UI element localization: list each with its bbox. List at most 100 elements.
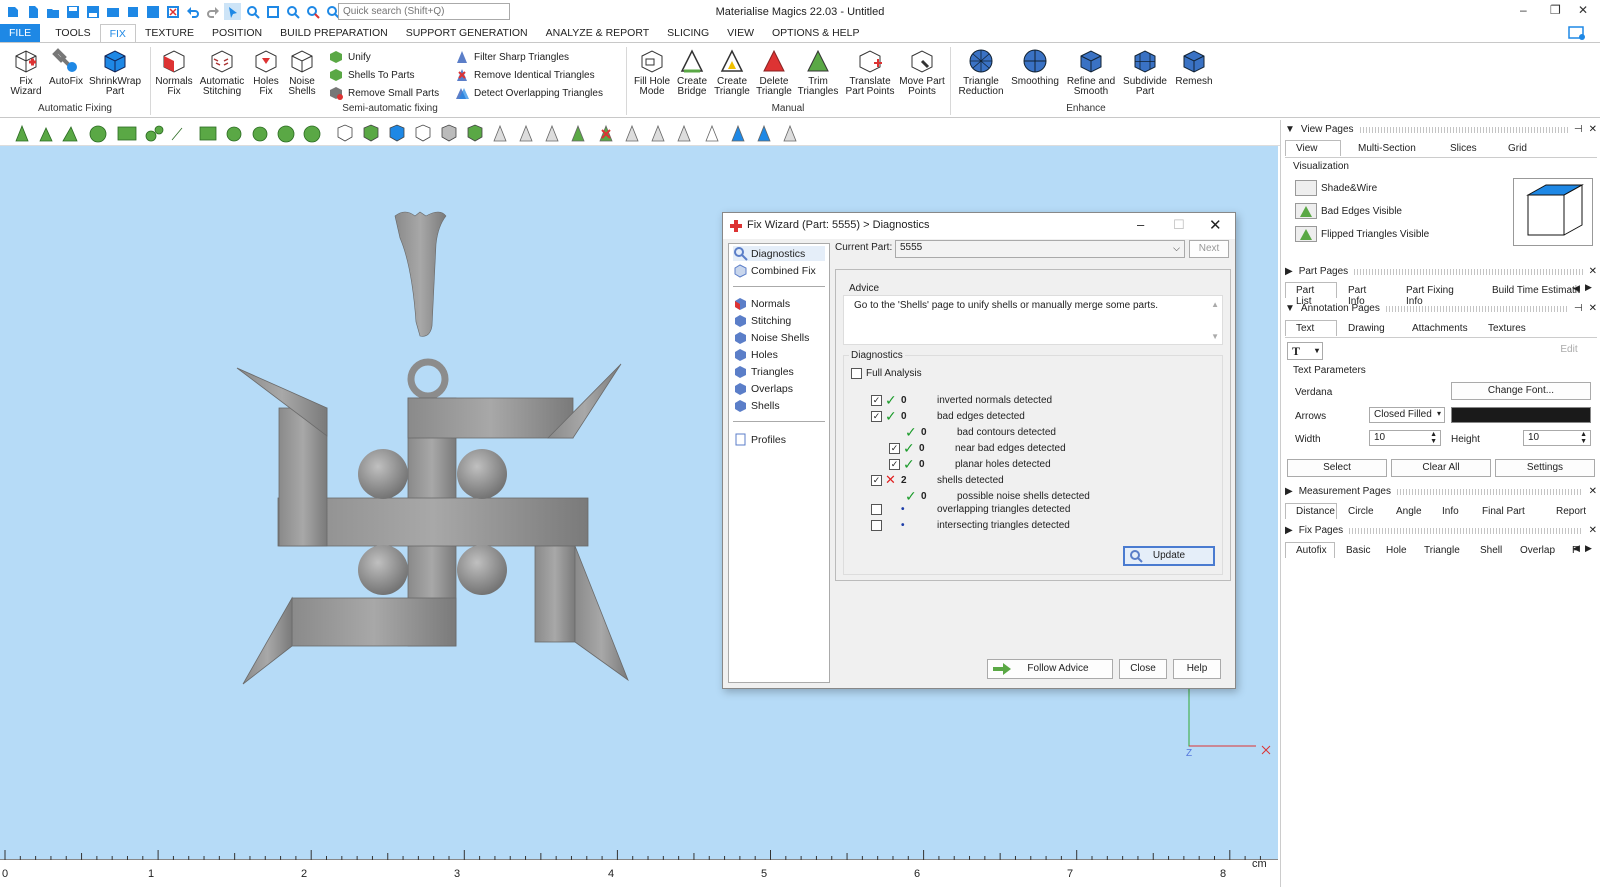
tab-textures[interactable]: Textures [1477,320,1537,336]
checkbox[interactable]: ✓ [871,411,882,422]
fix-pages-header[interactable]: ▶ Fix Pages ✕ [1285,525,1597,536]
tab-view-page[interactable]: View [1285,140,1341,156]
smoothing-button[interactable]: Smoothing [1008,47,1062,87]
tab-file[interactable]: FILE [0,24,41,43]
detect-overlapping-triangles-button[interactable]: Detect Overlapping Triangles [454,85,603,101]
tab-view[interactable]: VIEW [718,24,763,43]
view-cube[interactable] [1513,178,1593,246]
tab-analyze-report[interactable]: ANALYZE & REPORT [537,24,658,43]
scroll-left-icon[interactable]: ◀ [1573,283,1580,294]
part-pages-header[interactable]: ▶ Part Pages ✕ [1285,266,1597,277]
fix-wizard-button[interactable]: Fix Wizard [6,47,46,97]
update-button[interactable]: Update [1123,546,1215,566]
refine-and-smooth-button[interactable]: Refine and Smooth [1064,47,1118,97]
flipped-triangles-option[interactable]: Flipped Triangles Visible [1295,226,1429,242]
tab-drawing[interactable]: Drawing [1337,320,1401,336]
nav-holes[interactable]: Holes [733,347,778,362]
scroll-up-icon[interactable]: ▲ [1211,300,1219,309]
subdivide-part-button[interactable]: Subdivide Part [1120,47,1170,97]
tab-report[interactable]: Report [1545,503,1595,519]
tab-hole[interactable]: Hole [1375,542,1413,558]
triangle-reduction-button[interactable]: Triangle Reduction [956,47,1006,97]
tab-tools[interactable]: TOOLS [46,24,99,43]
tab-shell[interactable]: Shell [1469,542,1509,558]
scroll-left-icon[interactable]: ◀ [1573,543,1580,554]
scroll-right-icon[interactable]: ▶ [1585,543,1592,554]
current-part-select[interactable]: 5555 ⌵ [895,240,1185,258]
tab-basic[interactable]: Basic [1335,542,1375,558]
automatic-stitching-button[interactable]: Automatic Stitching [198,47,246,97]
close-icon[interactable]: ✕ [1589,486,1597,497]
tab-autofix[interactable]: Autofix [1285,542,1335,558]
dialog-maximize-button[interactable]: ☐ [1173,217,1185,233]
shrinkwrap-part-button[interactable]: ShrinkWrap Part [86,47,144,97]
dialog-close-button[interactable]: ✕ [1209,216,1222,234]
pin-icon[interactable]: ⊣ [1574,303,1583,314]
nav-triangles[interactable]: Triangles [733,364,794,379]
height-input[interactable]: 10 ▲ ▼ [1523,430,1591,446]
remove-identical-triangles-button[interactable]: Remove Identical Triangles [454,67,595,83]
tab-text[interactable]: Text [1285,320,1337,336]
measurement-pages-header[interactable]: ▶ Measurement Pages ✕ [1285,486,1597,497]
move-part-points-button[interactable]: Move Part Points [898,47,946,97]
pin-icon[interactable]: ⊣ [1574,124,1583,135]
tab-position[interactable]: POSITION [203,24,271,43]
full-analysis-checkbox[interactable]: Full Analysis [851,368,922,379]
nav-shells[interactable]: Shells [733,398,780,413]
nav-profiles[interactable]: Profiles [733,432,786,447]
next-button[interactable]: Next [1189,240,1229,258]
view-pages-header[interactable]: ▼ View Pages ⊣ ✕ [1285,124,1597,135]
text-tool-dropdown[interactable]: T ▾ [1287,342,1323,360]
tab-angle[interactable]: Angle [1385,503,1431,519]
minimize-button[interactable]: – [1520,3,1527,17]
checkbox[interactable]: ✓ [871,395,882,406]
spin-icon[interactable]: ▲ ▼ [1580,431,1587,445]
checkbox[interactable] [871,520,882,531]
settings-button[interactable]: Settings [1495,459,1595,477]
tab-fix[interactable]: FIX [99,24,136,43]
tab-part-list[interactable]: Part List [1285,282,1337,307]
selection-tools-icons[interactable] [0,120,820,146]
delete-triangle-button[interactable]: Delete Triangle [754,47,794,97]
autofix-button[interactable]: AutoFix [46,47,86,87]
tab-texture[interactable]: TEXTURE [136,24,203,43]
bad-edges-icon[interactable] [1295,203,1317,219]
shells-to-parts-button[interactable]: Shells To Parts [328,67,415,83]
arrows-select[interactable]: Closed Filled ▾ [1369,407,1445,423]
select-button[interactable]: Select [1287,459,1387,477]
close-icon[interactable]: ✕ [1589,525,1597,536]
tab-circle[interactable]: Circle [1337,503,1385,519]
tab-part-fixing-info[interactable]: Part Fixing Info [1395,282,1481,307]
tab-info[interactable]: Info [1431,503,1471,519]
tab-options-help[interactable]: OPTIONS & HELP [763,24,869,43]
tab-distance[interactable]: Distance [1285,503,1337,519]
change-font-button[interactable]: Change Font... [1451,382,1591,400]
close-button[interactable]: Close [1119,659,1167,679]
create-bridge-button[interactable]: Create Bridge [674,47,710,97]
nav-stitching[interactable]: Stitching [733,313,791,328]
holes-fix-button[interactable]: Holes Fix [248,47,284,97]
fill-hole-mode-button[interactable]: Fill Hole Mode [630,47,674,97]
tab-triangle[interactable]: Triangle [1413,542,1469,558]
close-icon[interactable]: ✕ [1589,266,1597,277]
flipped-triangles-icon[interactable] [1295,226,1317,242]
tab-slicing[interactable]: SLICING [658,24,718,43]
trim-triangles-button[interactable]: Trim Triangles [796,47,840,97]
filter-sharp-triangles-button[interactable]: Filter Sharp Triangles [454,49,569,65]
checkbox[interactable]: ✓ [889,459,900,470]
3d-viewport[interactable]: Y Z Fix Wizard (Part: 5555) > Diagnostic… [0,146,1278,859]
scroll-down-icon[interactable]: ▼ [1211,332,1219,341]
checkbox[interactable]: ✓ [871,474,882,486]
checkbox[interactable]: ✓ [889,443,900,454]
tab-part-info[interactable]: Part Info [1337,282,1395,307]
nav-noise-shells[interactable]: Noise Shells [733,330,809,345]
nav-normals[interactable]: Normals [733,296,790,311]
tab-build-time[interactable]: Build Time Estimatio [1481,282,1581,298]
tab-final-part[interactable]: Final Part [1471,503,1545,519]
remove-small-parts-button[interactable]: Remove Small Parts [328,85,439,101]
tab-multi-section[interactable]: Multi-Section [1347,140,1439,156]
restore-button[interactable]: ❐ [1550,3,1561,17]
nav-combined-fix[interactable]: Combined Fix [733,263,816,278]
follow-advice-button[interactable]: Follow Advice [987,659,1113,679]
normals-fix-button[interactable]: Normals Fix [154,47,194,97]
